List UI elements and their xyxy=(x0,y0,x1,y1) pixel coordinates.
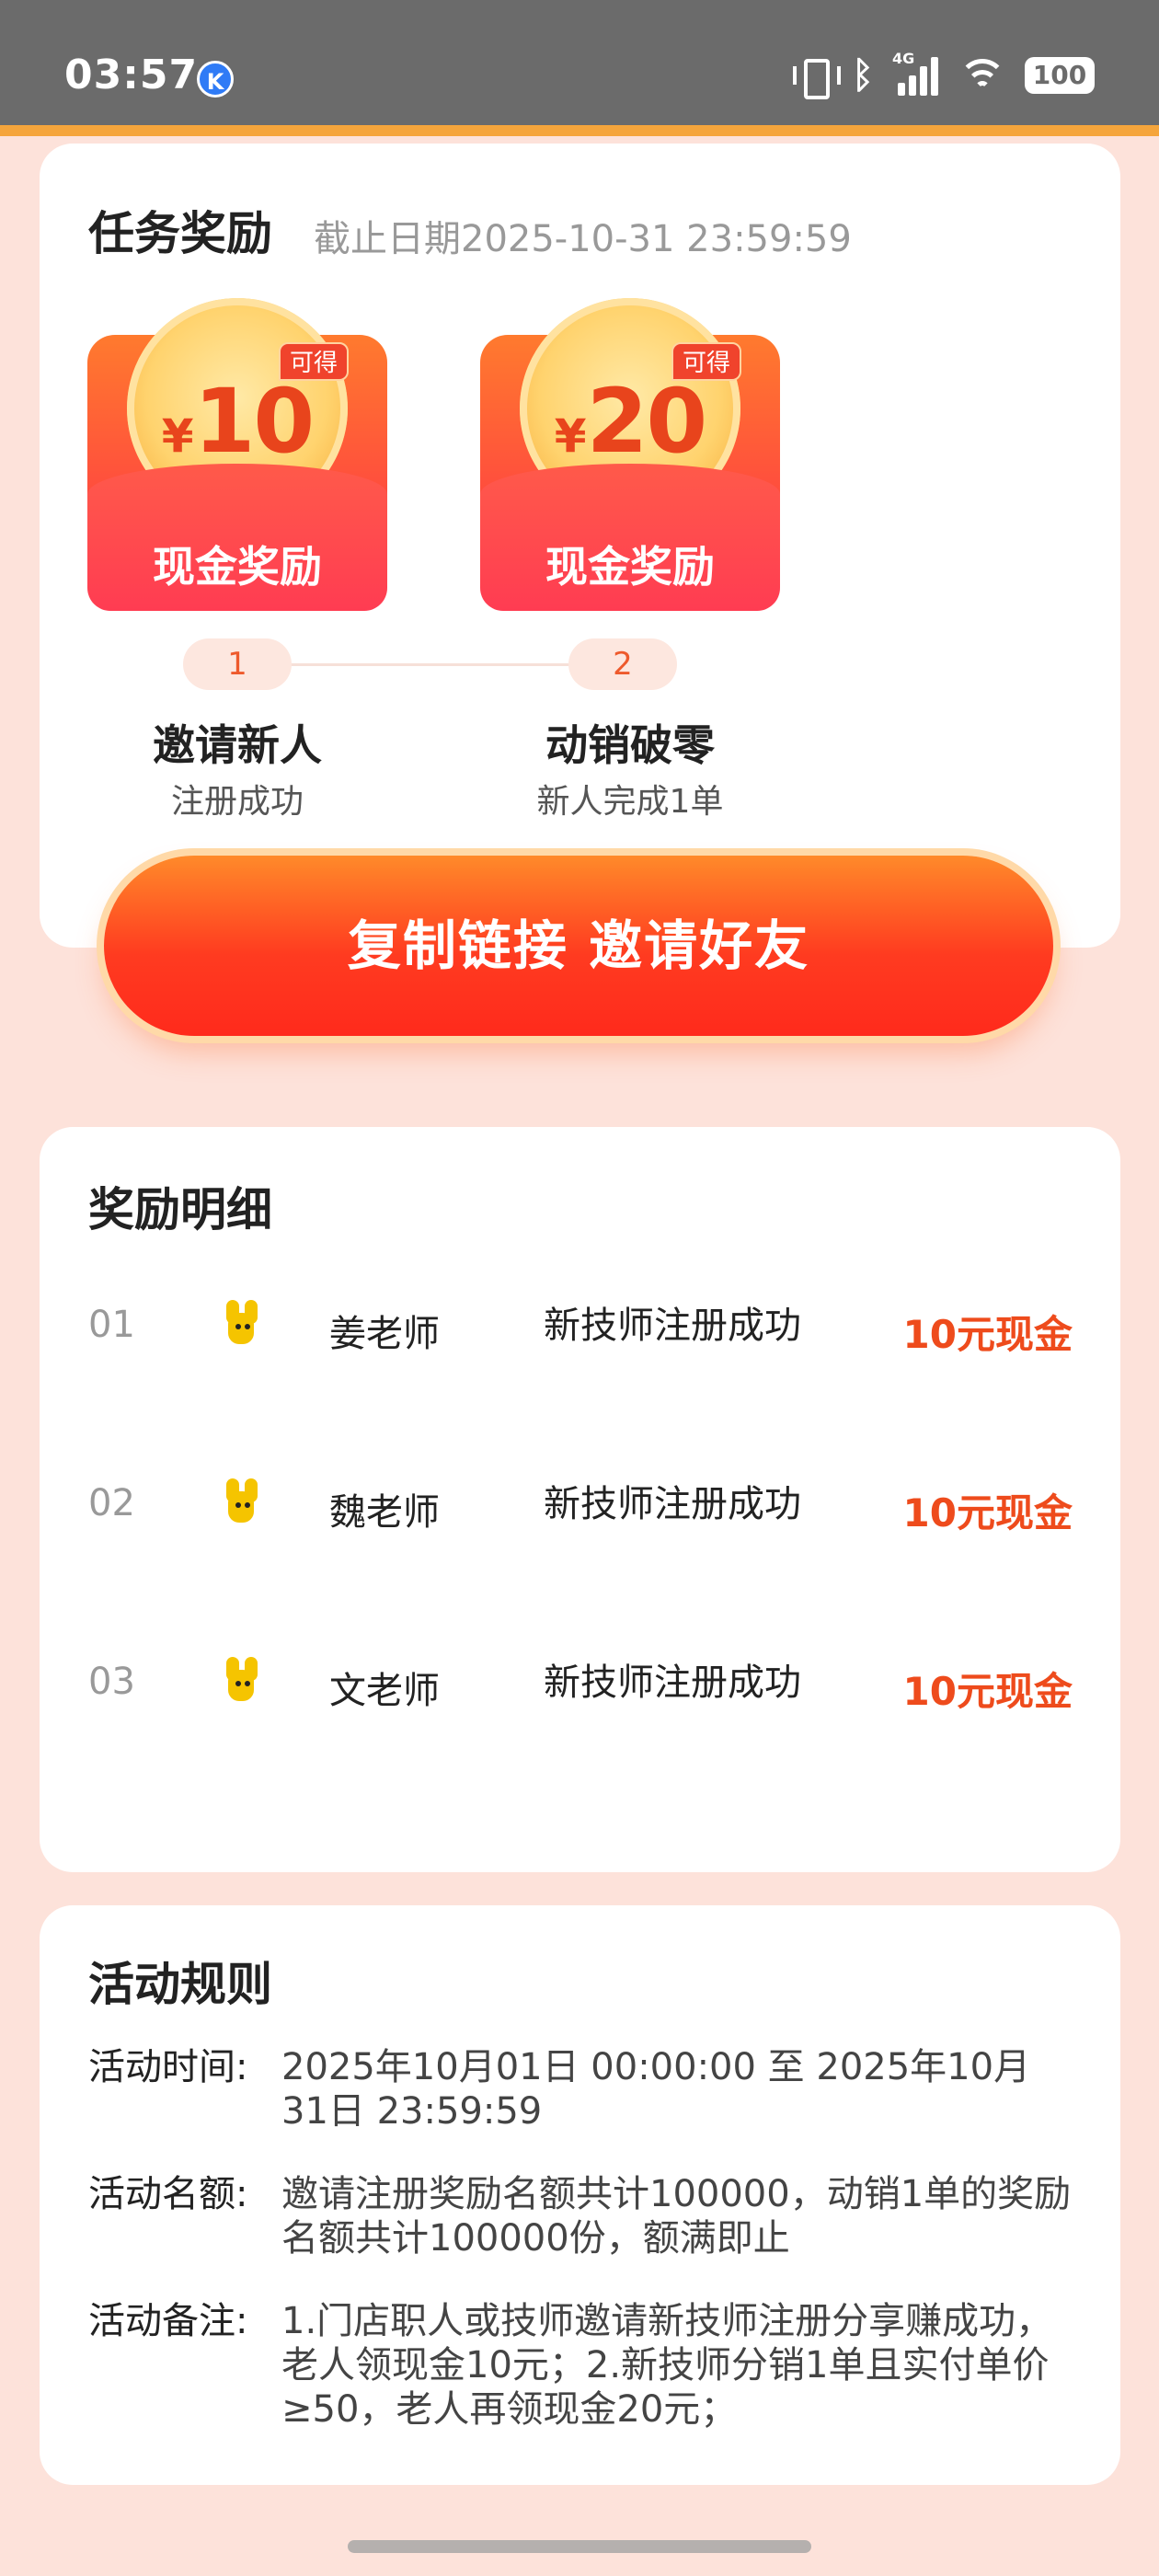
row-index: 03 xyxy=(88,1661,135,1703)
rule-key: 活动名额: xyxy=(88,2173,248,2215)
network-type-label: 4G xyxy=(892,50,915,67)
reward-amount: 10元现金 xyxy=(902,1669,1073,1714)
task-reward-title: 任务奖励 xyxy=(88,207,272,260)
reward-label: 现金奖励 xyxy=(545,542,715,592)
step-number-1: 1 xyxy=(183,638,292,690)
table-row: 03 文老师 新技师注册成功 10元现金 xyxy=(88,1657,1073,1771)
reward-description: 新技师注册成功 xyxy=(544,1662,801,1704)
reward-amount: 10元现金 xyxy=(902,1490,1073,1535)
step-name-1: 邀请新人 xyxy=(153,720,322,770)
step-name-2: 动销破零 xyxy=(545,720,715,770)
reward-label: 现金奖励 xyxy=(153,542,322,592)
status-bar: 03:57 K ᛒ 4G 100 xyxy=(0,0,1159,136)
bluetooth-icon: ᛒ xyxy=(852,54,874,97)
reward-description: 新技师注册成功 xyxy=(544,1483,801,1525)
step-desc-1: 注册成功 xyxy=(170,783,304,821)
status-time: 03:57 xyxy=(64,52,199,98)
copy-link-invite-button[interactable]: 复制链接 邀请好友 xyxy=(104,856,1053,1036)
reward-card-1: ¥10 可得 现金奖励 xyxy=(87,298,387,611)
avatar-icon xyxy=(223,1478,259,1524)
reward-amount: ¥20 xyxy=(554,370,707,473)
rule-key: 活动备注: xyxy=(88,2300,248,2342)
row-index: 02 xyxy=(88,1482,135,1524)
step-number-2: 2 xyxy=(568,638,677,690)
reward-description: 新技师注册成功 xyxy=(544,1305,801,1347)
battery-icon: 100 xyxy=(1025,57,1095,94)
wifi-icon xyxy=(958,55,1006,96)
rule-value: 邀请注册奖励名额共计100000，动销1单的奖励名额共计100000份，额满即止 xyxy=(281,2173,1072,2260)
deadline-text: 截止日期2025-10-31 23:59:59 xyxy=(314,218,852,260)
inviter-name: 姜老师 xyxy=(329,1313,440,1355)
reward-detail-title: 奖励明细 xyxy=(88,1183,272,1236)
rule-value: 1.门店职人或技师邀请新技师注册分享赚成功，老人领现金10元；2.新技师分销1单… xyxy=(281,2300,1053,2431)
activity-rules-card: 活动规则 活动时间: 2025年10月01日 00:00:00 至 2025年1… xyxy=(40,1905,1120,2485)
avatar-icon xyxy=(223,1300,259,1346)
rule-key: 活动时间: xyxy=(88,2046,248,2088)
status-icons: ᛒ 4G 100 xyxy=(793,50,1095,99)
reward-amount: ¥10 xyxy=(161,370,315,473)
reward-detail-card: 奖励明细 01 姜老师 新技师注册成功 10元现金 02 魏老师 新技师注册成功… xyxy=(40,1127,1120,1872)
avatar-icon xyxy=(223,1657,259,1703)
header-accent-line xyxy=(0,125,1159,136)
rule-value: 2025年10月01日 00:00:00 至 2025年10月31日 23:59… xyxy=(281,2046,1031,2133)
reward-card-2: ¥20 可得 现金奖励 xyxy=(480,298,780,611)
vibrate-icon xyxy=(793,57,841,99)
activity-rules-title: 活动规则 xyxy=(88,1958,272,2011)
row-index: 01 xyxy=(88,1304,135,1346)
available-badge: 可得 xyxy=(671,342,741,381)
inviter-name: 文老师 xyxy=(329,1670,440,1712)
table-row: 02 魏老师 新技师注册成功 10元现金 xyxy=(88,1478,1073,1593)
app-notification-icon: K xyxy=(197,61,234,98)
table-row: 01 姜老师 新技师注册成功 10元现金 xyxy=(88,1300,1073,1414)
available-badge: 可得 xyxy=(278,342,349,381)
step-desc-2: 新人完成1单 xyxy=(536,783,724,821)
inviter-name: 魏老师 xyxy=(329,1491,440,1534)
task-reward-card: 任务奖励 截止日期2025-10-31 23:59:59 ¥10 可得 现金奖励… xyxy=(40,144,1120,948)
cellular-signal-icon: 4G xyxy=(892,50,940,96)
home-indicator[interactable] xyxy=(348,2540,811,2553)
reward-amount: 10元现金 xyxy=(902,1312,1073,1357)
